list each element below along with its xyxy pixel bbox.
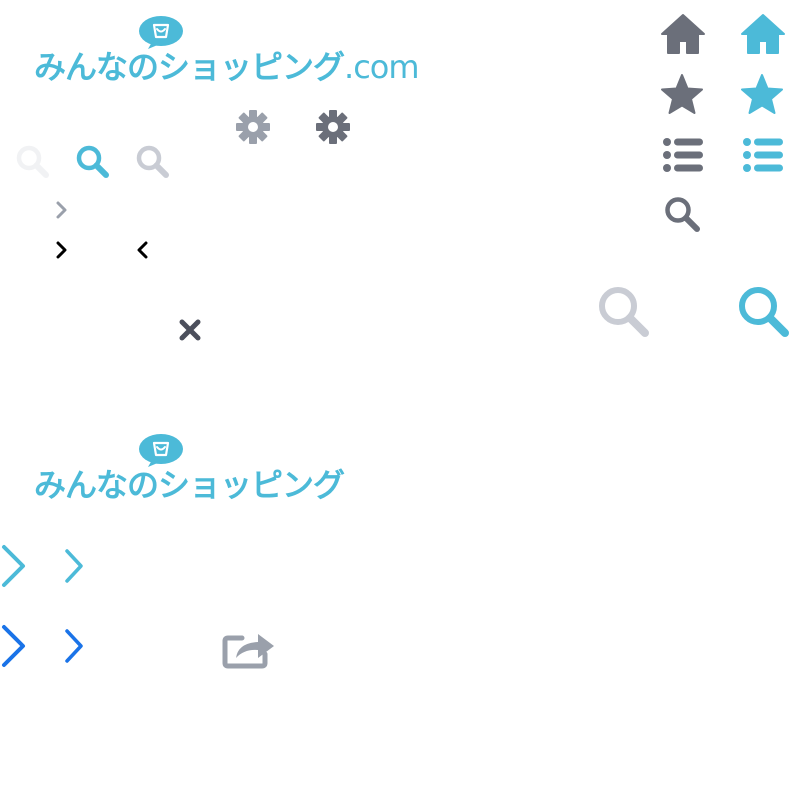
search-icon[interactable] — [664, 196, 702, 234]
star-icon[interactable] — [660, 73, 704, 115]
chevron-right-icon[interactable] — [62, 628, 86, 664]
close-icon[interactable] — [178, 318, 202, 342]
star-icon[interactable] — [740, 73, 784, 115]
home-icon[interactable] — [740, 13, 786, 55]
share-icon[interactable] — [222, 626, 276, 669]
gear-icon[interactable] — [235, 109, 271, 145]
chevron-right-icon[interactable] — [0, 624, 28, 668]
chevron-right-icon[interactable] — [55, 200, 69, 220]
logo-domain: .com — [344, 48, 420, 86]
chevron-left-icon[interactable] — [135, 240, 149, 260]
search-icon[interactable] — [76, 145, 110, 179]
list-icon[interactable] — [742, 137, 784, 173]
search-icon[interactable] — [16, 145, 50, 179]
logo-name: みんなのショッピング — [34, 466, 345, 504]
chevron-right-icon[interactable] — [0, 544, 28, 588]
chevron-right-icon[interactable] — [62, 548, 86, 584]
search-icon[interactable] — [737, 285, 791, 339]
search-icon[interactable] — [597, 285, 651, 339]
search-icon[interactable] — [136, 145, 170, 179]
gear-icon[interactable] — [315, 109, 351, 145]
logo-name: みんなのショッピング — [34, 48, 345, 86]
list-icon[interactable] — [662, 137, 704, 173]
home-icon[interactable] — [660, 13, 706, 55]
chevron-right-icon[interactable] — [55, 240, 69, 260]
